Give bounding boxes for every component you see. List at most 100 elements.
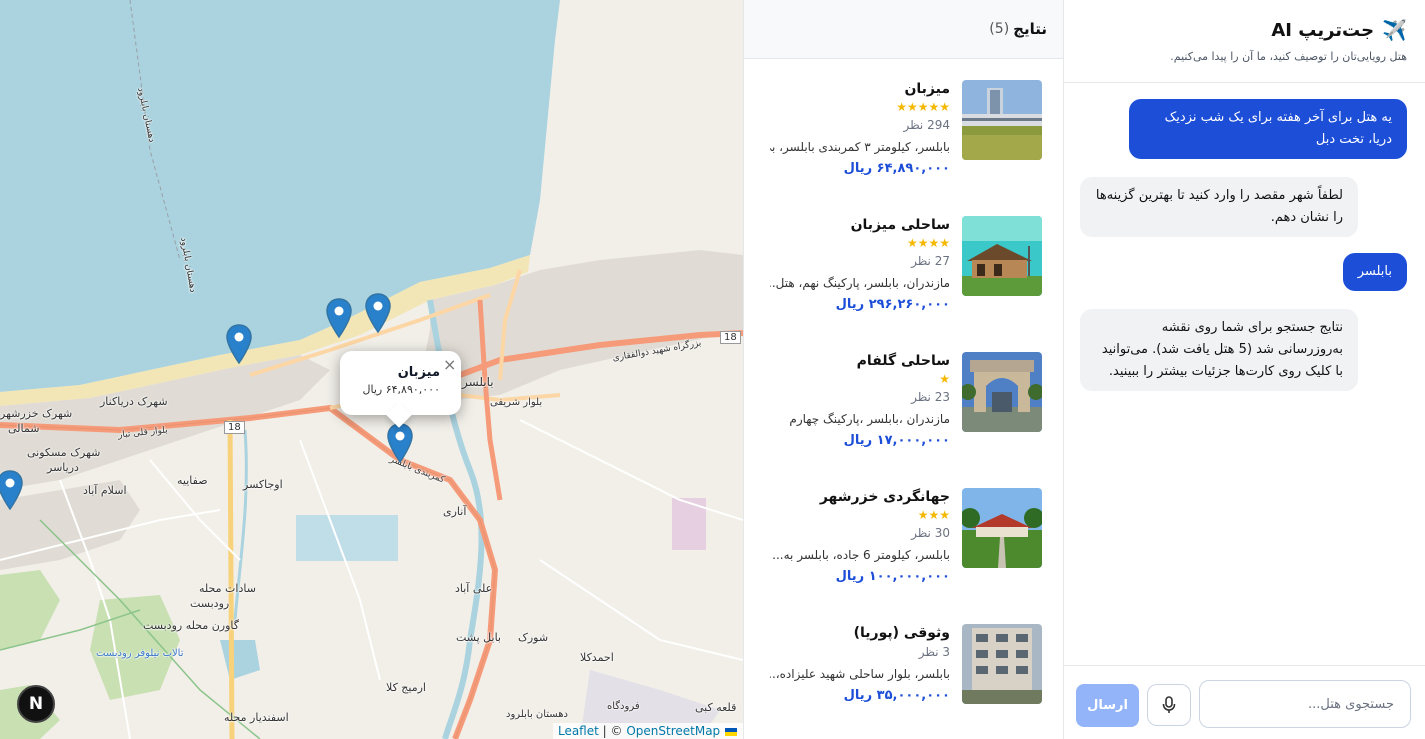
hotel-reviews: 294 نظر	[903, 118, 950, 132]
hotel-name: جهانگردی خزرشهر	[819, 489, 950, 505]
results-header: نتایج (5)	[744, 0, 1063, 59]
osm-link[interactable]: OpenStreetMap	[626, 724, 720, 738]
hotel-name: وثوقی (پوریا)	[853, 625, 950, 641]
map-label: بابل پشت	[456, 631, 501, 644]
hotel-map-marker[interactable]	[326, 298, 352, 338]
map-label: اسلام آباد	[83, 484, 127, 497]
app-badge-icon[interactable]: N	[17, 685, 55, 723]
hotel-address: مازندران، بابلسر، پارکینگ نهم، هتل...	[770, 276, 950, 290]
map-label: دریاسر	[47, 461, 79, 474]
hotel-price: ۲۹۶,۲۶۰,۰۰۰ ریال	[835, 297, 950, 312]
hotel-info: ساحلی گلفام ★ 23 نظر مازندران ،بابلسر ،پ…	[770, 352, 950, 462]
road-shield: 18	[720, 331, 741, 344]
map-label: دهستان بابلرود	[506, 709, 568, 720]
results-panel: نتایج (5) میزبان ★★★★★ 294 نظر بابلسر، ک…	[743, 0, 1064, 739]
hotel-thumbnail	[962, 624, 1042, 704]
ukraine-flag-icon	[725, 727, 737, 736]
hotel-name: میزبان	[904, 81, 950, 97]
airplane-icon: ✈️	[1382, 18, 1407, 42]
road-shield: 18	[224, 421, 245, 434]
hotel-map-marker[interactable]	[365, 293, 391, 333]
search-input[interactable]	[1199, 680, 1411, 728]
star-rating-icon: ★★★	[917, 508, 950, 522]
leaflet-link[interactable]: Leaflet	[558, 724, 599, 738]
hotel-thumbnail	[962, 216, 1042, 296]
hotel-address: بابلسر، بلوار ساحلی شهید علیزاده،...	[770, 667, 950, 681]
hotel-address: بابلسر، کیلومتر ۳ کمربندی بابلسر، بی...	[770, 140, 950, 154]
hotel-reviews: 3 نظر	[918, 645, 950, 659]
hotel-map-marker[interactable]	[226, 324, 252, 364]
map-label: صفاییه	[177, 474, 208, 487]
map-label: علی آباد	[455, 582, 493, 595]
map-label: احمدکلا	[580, 651, 614, 664]
user-message: بابلسر	[1342, 253, 1407, 291]
app-root: شهرک دریاکنار شهرک خزرشهر شمالی شهرک مسک…	[0, 0, 1425, 739]
hotel-info: میزبان ★★★★★ 294 نظر بابلسر، کیلومتر ۳ ک…	[770, 80, 950, 190]
map-label: اوجاکسر	[243, 478, 283, 491]
map-attribution: Leaflet | © OpenStreetMap	[552, 723, 743, 739]
results-title: نتایج	[1013, 20, 1047, 38]
map-label: بابلسر	[462, 375, 494, 389]
map-label: شورک	[518, 631, 549, 644]
microphone-icon	[1162, 696, 1176, 713]
hotel-card[interactable]: ساحلی میزبان ★★★★ 27 نظر مازندران، بابلس…	[762, 216, 1042, 326]
hotel-reviews: 30 نظر	[911, 526, 950, 540]
hotel-thumbnail	[962, 352, 1042, 432]
map-label: قلعه کبی	[695, 701, 737, 714]
hotel-price: ۶۴,۸۹۰,۰۰۰ ریال	[843, 161, 950, 176]
user-message: یه هتل برای آخر هفته برای یک شب نزدیک در…	[1129, 99, 1407, 159]
map-label: تالاب نیلوفر رودبست	[96, 648, 184, 659]
chat-header: ✈️ جت‌تریپ AI هتل رویایی‌تان را توصیف کن…	[1064, 0, 1425, 83]
map-label: شهرک دریاکنار	[100, 395, 168, 408]
map-label: شمالی	[8, 422, 40, 435]
hotel-info: وثوقی (پوریا) 3 نظر بابلسر، بلوار ساحلی …	[770, 624, 950, 734]
map-label: بلوار شریفی	[490, 397, 543, 408]
chat-panel: ✈️ جت‌تریپ AI هتل رویایی‌تان را توصیف کن…	[1064, 0, 1425, 739]
hotel-reviews: 27 نظر	[911, 254, 950, 268]
bot-message: نتایج جستجو برای شما روی نقشه به‌روزرسان…	[1080, 309, 1358, 391]
star-rating-icon: ★★★★	[906, 236, 950, 250]
map-popup: × میزبان ۶۴,۸۹۰,۰۰۰ ریال	[340, 351, 461, 415]
hotel-card[interactable]: ساحلی گلفام ★ 23 نظر مازندران ،بابلسر ،پ…	[762, 352, 1042, 462]
map-label: اسفندیار محله	[224, 711, 289, 724]
map-label: شهرک مسکونی	[27, 446, 101, 459]
hotel-map-marker-selected[interactable]	[387, 423, 413, 463]
popup-hotel-price: ۶۴,۸۹۰,۰۰۰ ریال	[362, 383, 440, 396]
star-rating-icon: ★	[939, 372, 950, 386]
hotel-price: ۱۰۰,۰۰۰,۰۰۰ ریال	[835, 569, 950, 584]
hotel-address: بابلسر، کیلومتر 6 جاده، بابلسر به...	[772, 548, 950, 562]
hotel-map-marker[interactable]	[0, 470, 23, 510]
hotel-reviews: 23 نظر	[911, 390, 950, 404]
results-count: (5)	[989, 21, 1010, 37]
chat-title: جت‌تریپ AI	[1271, 19, 1375, 41]
map-label: فرودگاه	[607, 701, 640, 712]
map-label: شهرک خزرشهر	[0, 407, 73, 420]
chat-title-row: ✈️ جت‌تریپ AI	[1064, 18, 1407, 42]
star-rating-icon: ★★★★★	[896, 100, 950, 114]
hotel-info: جهانگردی خزرشهر ★★★ 30 نظر بابلسر، کیلوم…	[770, 488, 950, 598]
hotel-thumbnail	[962, 488, 1042, 568]
hotel-card[interactable]: وثوقی (پوریا) 3 نظر بابلسر، بلوار ساحلی …	[762, 624, 1042, 734]
hotel-thumbnail	[962, 80, 1042, 160]
hotel-address: مازندران ،بابلسر ،پارکینگ چهارم	[789, 412, 950, 426]
map-view[interactable]: شهرک دریاکنار شهرک خزرشهر شمالی شهرک مسک…	[0, 0, 743, 739]
bot-message: لطفاً شهر مقصد را وارد کنید تا بهترین گز…	[1080, 177, 1358, 237]
chat-input-bar: ارسال	[1064, 665, 1425, 739]
microphone-button[interactable]	[1147, 684, 1191, 726]
map-label: گاورن محله رودبست	[143, 619, 240, 632]
map-label: رودبست	[190, 597, 230, 610]
hotel-card[interactable]: جهانگردی خزرشهر ★★★ 30 نظر بابلسر، کیلوم…	[762, 488, 1042, 598]
map-label: آناری	[443, 505, 467, 518]
hotel-name: ساحلی گلفام	[856, 353, 950, 369]
map-label: سادات محله	[199, 582, 256, 595]
hotel-price: ۳۵,۰۰۰,۰۰۰ ریال	[843, 688, 950, 703]
chat-subtitle: هتل رویایی‌تان را توصیف کنید، ما آن را پ…	[1170, 50, 1407, 63]
hotel-info: ساحلی میزبان ★★★★ 27 نظر مازندران، بابلس…	[770, 216, 950, 326]
map-label: ارمیج کلا	[386, 681, 426, 694]
send-button[interactable]: ارسال	[1076, 684, 1139, 727]
hotel-price: ۱۷,۰۰۰,۰۰۰ ریال	[843, 433, 950, 448]
hotel-name: ساحلی میزبان	[850, 217, 950, 233]
close-icon[interactable]: ×	[443, 355, 456, 374]
hotel-card[interactable]: میزبان ★★★★★ 294 نظر بابلسر، کیلومتر ۳ ک…	[762, 80, 1042, 190]
attribution-separator: | ©	[598, 724, 627, 738]
